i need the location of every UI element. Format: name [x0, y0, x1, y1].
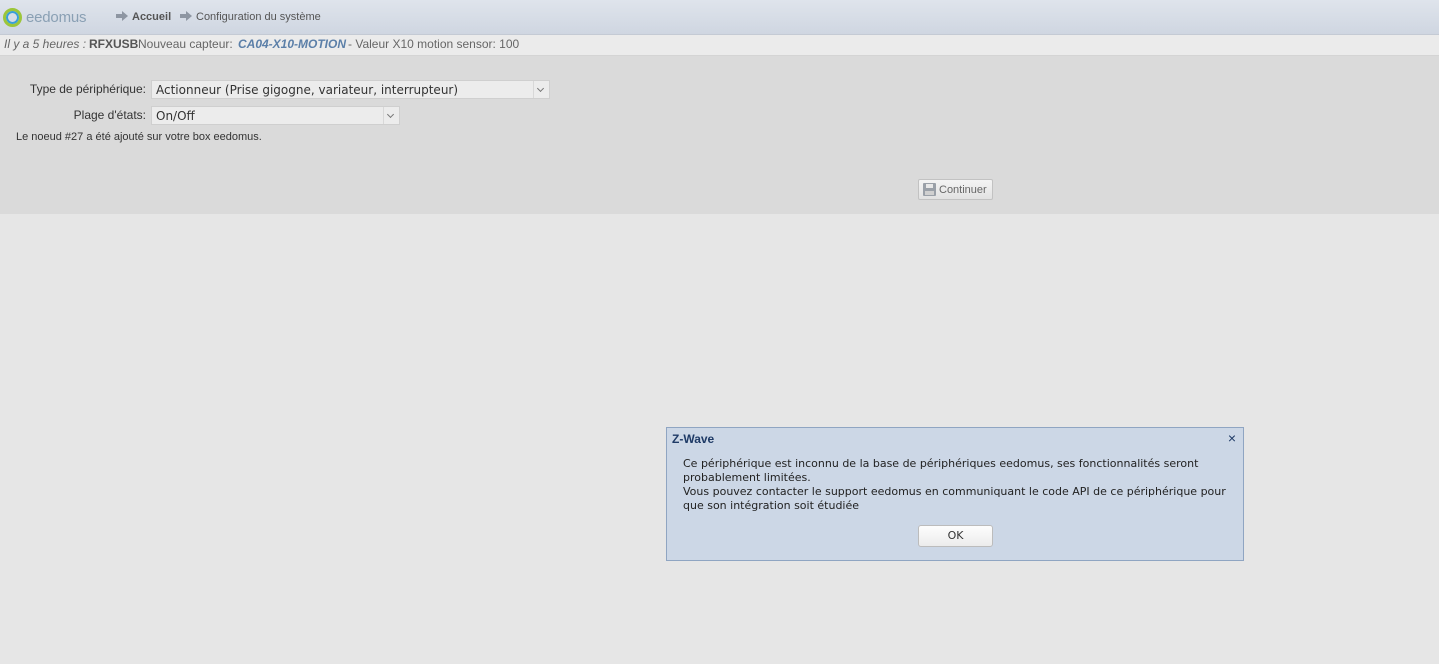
arrow-right-icon: [180, 11, 192, 21]
top-header: eedomus Accueil Configuration du système: [0, 0, 1439, 35]
dialog-message-line: Ce périphérique est inconnu de la base d…: [683, 457, 1199, 484]
dialog-title: Z-Wave: [672, 432, 715, 446]
ok-button[interactable]: OK: [918, 525, 993, 547]
state-range-value: On/Off: [156, 109, 195, 123]
chevron-down-icon[interactable]: [383, 107, 399, 124]
breadcrumb-current[interactable]: Configuration du système: [196, 11, 321, 23]
logo-ring-icon: [3, 7, 22, 27]
zwave-dialog: Z-Wave × Ce périphérique est inconnu de …: [666, 427, 1244, 561]
device-config-panel: Type de périphérique: Actionneur (Prise …: [0, 56, 1439, 214]
close-icon[interactable]: ×: [1228, 431, 1236, 445]
notification-device-link[interactable]: CA04-X10-MOTION: [238, 35, 346, 53]
arrow-right-icon: [116, 11, 128, 21]
notification-bar: Il y a 5 heures : RFXUSB Nouveau capteur…: [0, 35, 1439, 56]
node-added-message: Le noeud #27 a été ajouté sur votre box …: [16, 131, 262, 143]
logo-text: eedomus: [26, 8, 87, 26]
device-type-value: Actionneur (Prise gigogne, variateur, in…: [156, 83, 459, 97]
notification-source: RFXUSB: [89, 37, 139, 51]
state-range-select[interactable]: On/Off: [151, 106, 400, 125]
device-type-select[interactable]: Actionneur (Prise gigogne, variateur, in…: [151, 80, 550, 99]
chevron-down-icon[interactable]: [533, 81, 549, 98]
dialog-message: Ce périphérique est inconnu de la base d…: [683, 457, 1235, 513]
notification-label: Nouveau capteur:: [138, 37, 233, 51]
eedomus-logo[interactable]: eedomus: [3, 7, 87, 27]
dialog-message-line: Vous pouvez contacter le support eedomus…: [683, 485, 1226, 512]
device-type-label: Type de périphérique:: [29, 82, 146, 96]
save-icon: [923, 183, 936, 196]
notification-value: - Valeur X10 motion sensor: 100: [348, 37, 520, 51]
continue-label: Continuer: [939, 183, 987, 196]
notification-time: Il y a 5 heures :: [4, 37, 87, 51]
breadcrumb-home-link[interactable]: Accueil: [132, 11, 171, 23]
state-range-label: Plage d'états:: [73, 108, 146, 122]
continue-button[interactable]: Continuer: [918, 179, 993, 200]
